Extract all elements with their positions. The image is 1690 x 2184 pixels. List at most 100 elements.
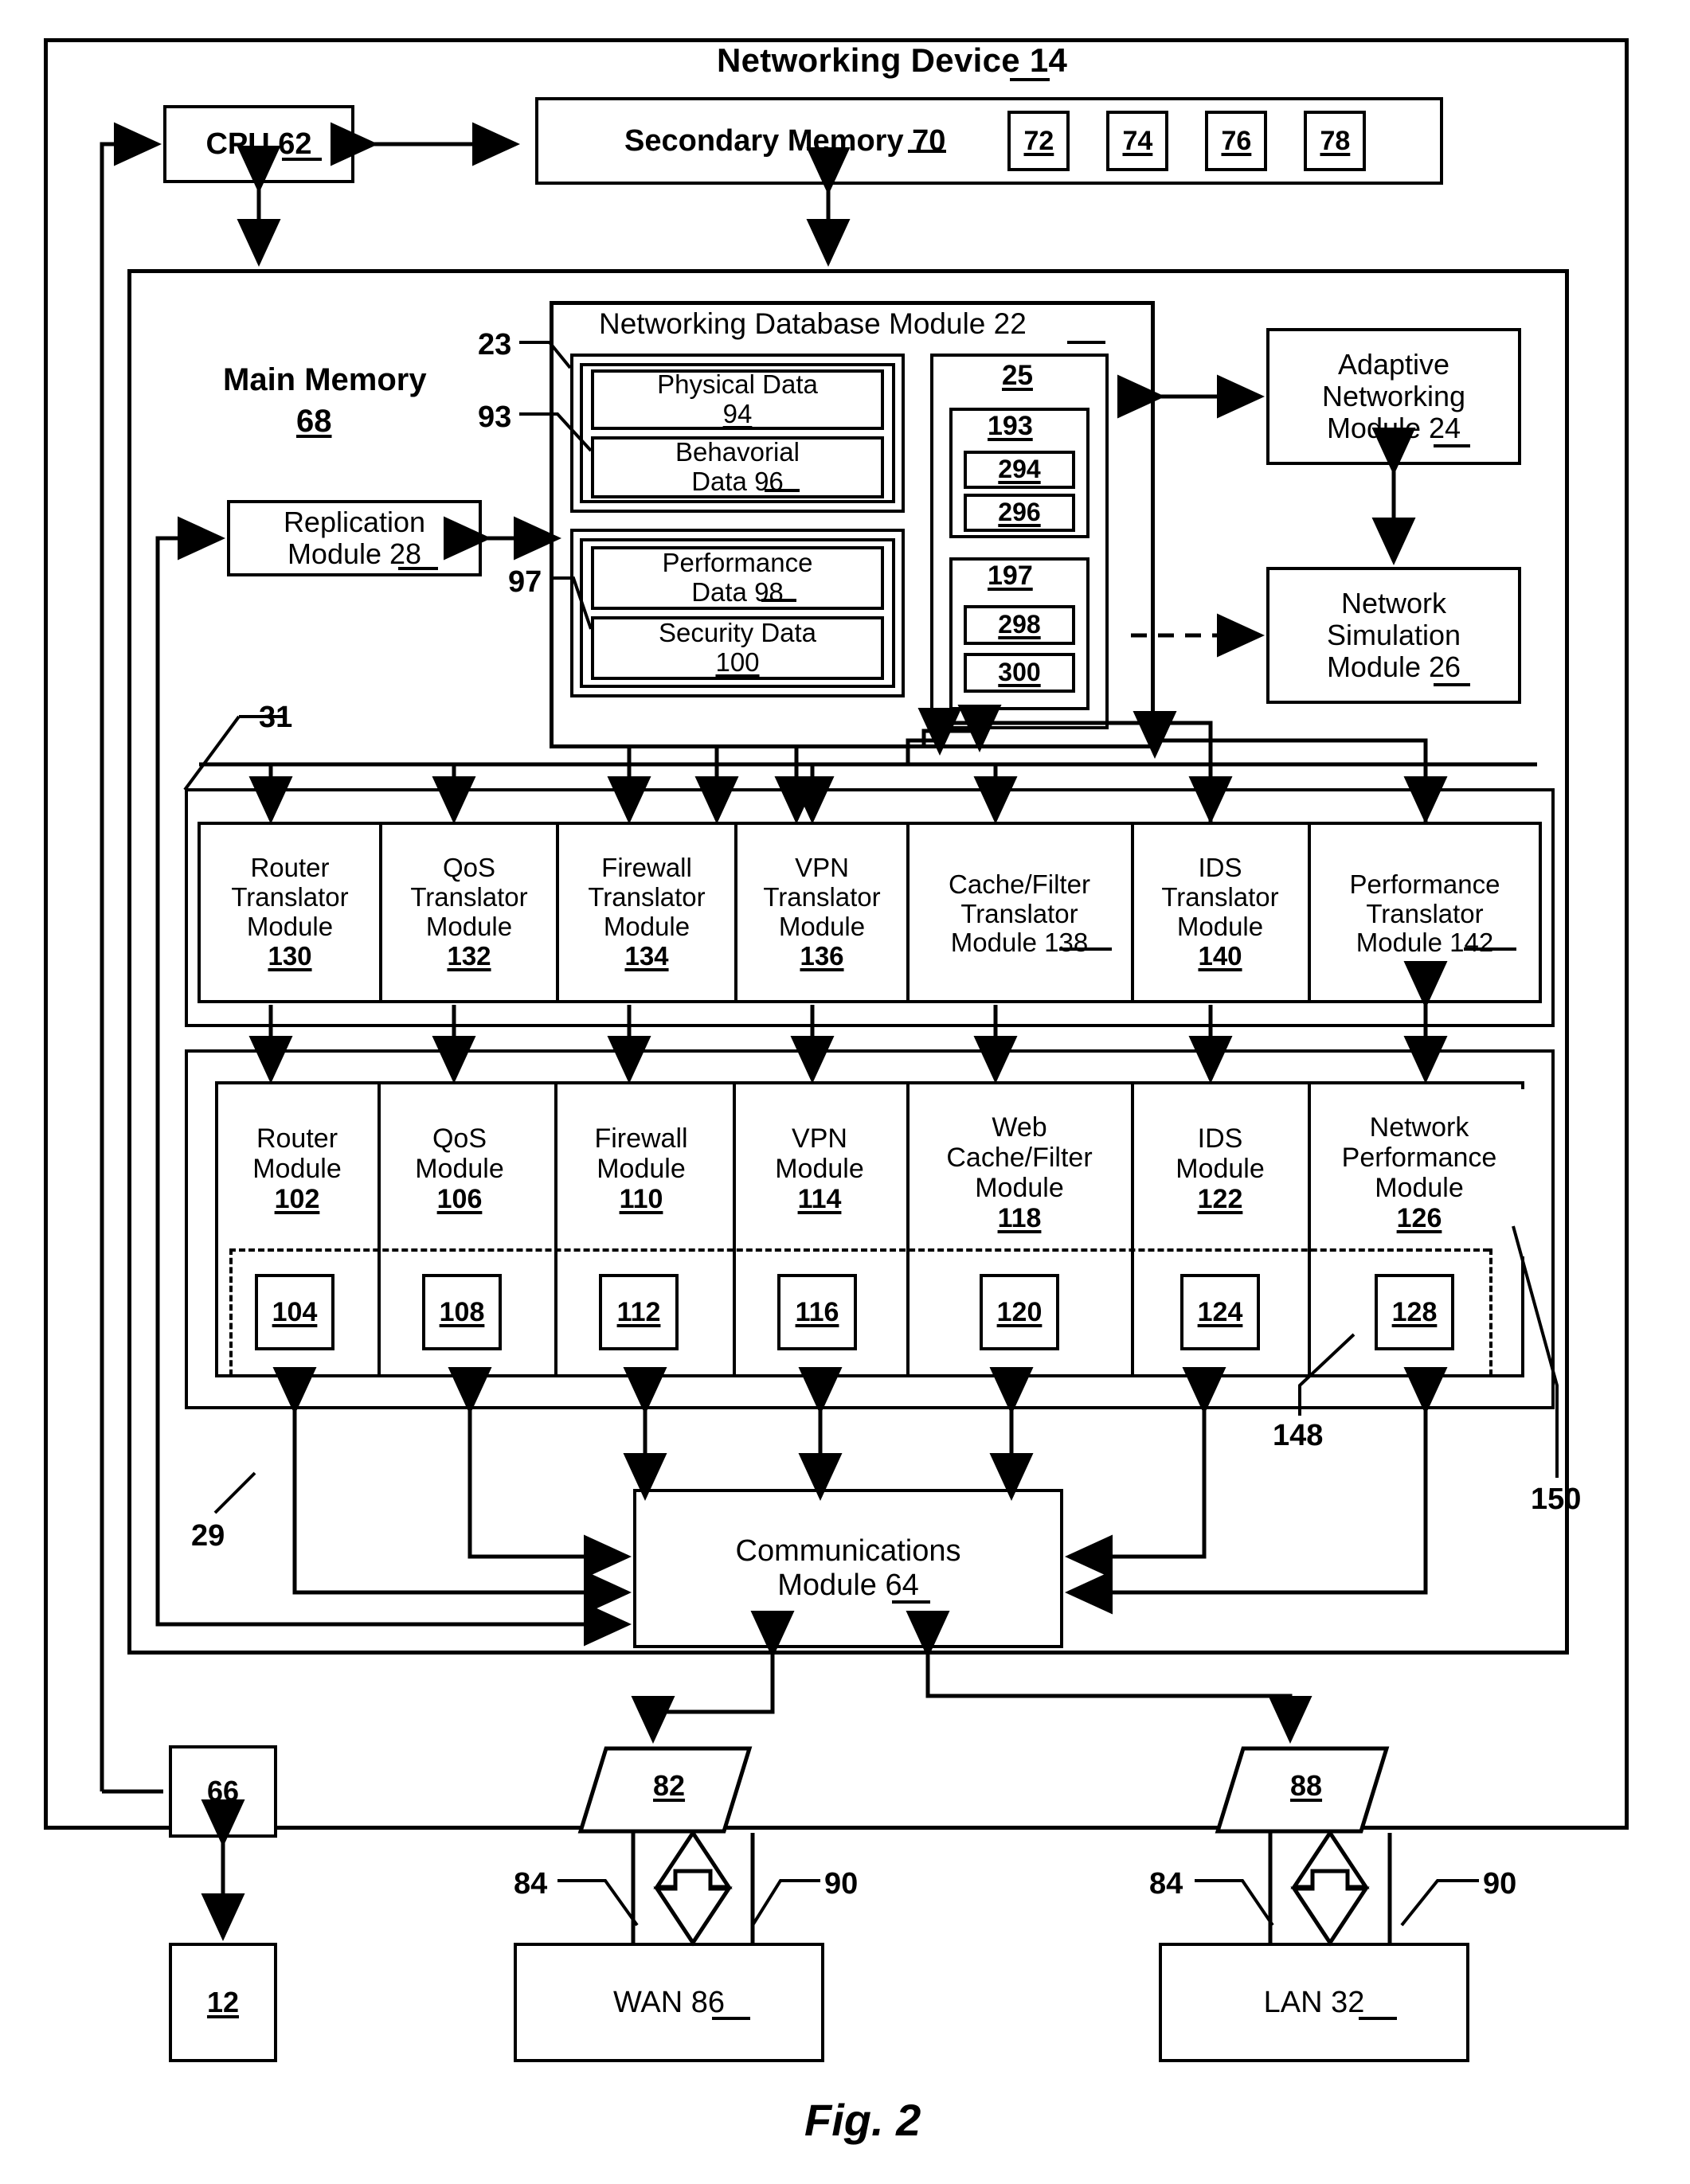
- module-ids-l1: IDS: [1197, 1123, 1243, 1154]
- main-memory-label-line2: 68: [296, 404, 332, 439]
- item-296-box: 296: [964, 494, 1075, 532]
- behavorial-data-line2: Data 96: [691, 467, 784, 496]
- module-web-l3: Module: [975, 1173, 1064, 1203]
- ref-84-left: 84: [514, 1867, 548, 1901]
- translator-qos-l3: Module: [425, 912, 513, 941]
- sub-box-128-label: 128: [1391, 1296, 1438, 1327]
- module-netperf-l1: Network: [1369, 1112, 1469, 1143]
- memory-cell-78-label: 78: [1320, 125, 1351, 156]
- translator-ids-l1: IDS: [1198, 853, 1242, 883]
- replication-module-box: Replication Module 28: [227, 500, 482, 576]
- cpu-number-underline: [282, 158, 322, 161]
- network-simulation-number-underline: [1434, 683, 1470, 686]
- ref-84-right: 84: [1149, 1867, 1183, 1901]
- ref-23: 23: [478, 328, 512, 361]
- sub-box-120: 120: [980, 1274, 1059, 1350]
- module-vpn-l1: VPN: [792, 1123, 847, 1154]
- module-web-l1: Web: [992, 1112, 1047, 1143]
- module-qos-l1: QoS: [432, 1123, 487, 1154]
- sub-box-112: 112: [599, 1274, 679, 1350]
- translator-qos-num: 132: [447, 940, 491, 971]
- interface-box-66: 66: [169, 1745, 277, 1838]
- translator-ids-l2: Translator: [1161, 882, 1279, 912]
- module-netperf-num: 126: [1396, 1203, 1442, 1234]
- translator-cache-l3: Module 138: [950, 928, 1089, 958]
- lan-box: LAN 32: [1159, 1943, 1469, 2062]
- behavorial-data-line1: Behavorial: [675, 437, 800, 467]
- module-router-l1: Router: [256, 1123, 338, 1154]
- replication-module-line2: Module 28: [287, 537, 422, 570]
- translator-module-performance: Performance Translator Module 142: [1311, 834, 1539, 994]
- module-divider-6: [1308, 1081, 1311, 1377]
- dashed-region-top: [229, 1248, 1489, 1252]
- ref-31: 31: [259, 701, 293, 734]
- translator-vpn-num: 136: [800, 940, 844, 971]
- performance-data-line2: Data 98: [691, 577, 784, 607]
- wan-number-underline: [712, 2017, 750, 2020]
- sub-box-104: 104: [255, 1274, 334, 1350]
- dashed-region-right: [1489, 1248, 1492, 1376]
- translator-cache-number-underline: [1059, 947, 1112, 951]
- translator-firewall-l2: Translator: [588, 882, 706, 912]
- physical-data-line1: Physical Data: [657, 369, 818, 400]
- communications-module-line1: Communications: [735, 1534, 961, 1569]
- translator-ids-l3: Module: [1176, 912, 1264, 941]
- db-module-number-underline: [1067, 341, 1105, 344]
- item-300-label: 300: [998, 658, 1041, 687]
- module-web-cache-filter: Web Cache/Filter Module 118: [910, 1089, 1129, 1256]
- adaptive-networking-line3: Module 24: [1326, 412, 1461, 445]
- module-ids-num: 122: [1197, 1184, 1243, 1215]
- translator-divider-6: [1308, 822, 1311, 1003]
- performance-data-number-underline: [761, 599, 796, 602]
- secondary-memory-label: Secondary Memory 70: [624, 123, 946, 158]
- adaptive-networking-number-underline: [1434, 444, 1470, 447]
- performance-data-box: Performance Data 98: [591, 546, 884, 610]
- sub-box-116-label: 116: [795, 1296, 839, 1327]
- interface-66-label: 66: [206, 1774, 240, 1807]
- translator-router-l1: Router: [250, 853, 330, 883]
- module-divider-2: [554, 1081, 557, 1377]
- security-data-line1: Security Data: [658, 618, 817, 648]
- item-298-label: 298: [998, 610, 1041, 639]
- network-simulation-module-box: Network Simulation Module 26: [1266, 567, 1521, 704]
- sub-box-128: 128: [1375, 1274, 1454, 1350]
- module-firewall-num: 110: [619, 1184, 663, 1215]
- main-memory-label-line1: Main Memory: [223, 362, 427, 397]
- module-web-num: 118: [997, 1203, 1042, 1234]
- secondary-memory-box: Secondary Memory 70 72 74 76 78: [535, 97, 1443, 185]
- translator-router-num: 130: [268, 940, 312, 971]
- security-data-box: Security Data 100: [591, 616, 884, 680]
- item-300-box: 300: [964, 653, 1075, 693]
- module-divider-5: [1131, 1081, 1134, 1377]
- translator-perf-l2: Translator: [1366, 898, 1484, 928]
- dashed-region-left: [229, 1248, 233, 1376]
- module-firewall-l1: Firewall: [594, 1123, 688, 1154]
- adaptive-networking-module-box: Adaptive Networking Module 24: [1266, 328, 1521, 465]
- module-divider-3: [733, 1081, 736, 1377]
- translator-module-qos: QoS Translator Module 132: [382, 825, 556, 1000]
- translator-divider-1: [379, 822, 382, 1003]
- ref-93: 93: [478, 400, 512, 434]
- item-298-box: 298: [964, 605, 1075, 645]
- communications-module-line2: Module 64: [777, 1569, 919, 1602]
- module-ids-l2: Module: [1176, 1153, 1265, 1184]
- translator-cache-l1: Cache/Filter: [949, 869, 1090, 899]
- ref-148: 148: [1273, 1419, 1324, 1452]
- translator-firewall-l1: Firewall: [601, 853, 692, 883]
- dashed-region-bottom: [229, 1374, 1489, 1377]
- sub-box-108-label: 108: [439, 1296, 485, 1327]
- translator-firewall-l3: Module: [603, 912, 690, 941]
- translator-module-firewall: Firewall Translator Module 134: [559, 825, 734, 1000]
- translator-divider-3: [734, 822, 737, 1003]
- translator-perf-l1: Performance: [1349, 869, 1500, 899]
- wan-label: WAN 86: [612, 1985, 726, 2019]
- translator-qos-l1: QoS: [442, 853, 496, 883]
- replication-module-line1: Replication: [283, 505, 426, 538]
- communications-module-box: Communications Module 64: [633, 1489, 1063, 1648]
- module-divider-4: [906, 1081, 910, 1377]
- item-296-label: 296: [998, 498, 1041, 527]
- secondary-memory-number-underline: [908, 150, 946, 153]
- port-88-label: 88: [1290, 1769, 1323, 1802]
- module-web-l2: Cache/Filter: [946, 1142, 1093, 1173]
- behavorial-data-box: Behavorial Data 96: [591, 436, 884, 498]
